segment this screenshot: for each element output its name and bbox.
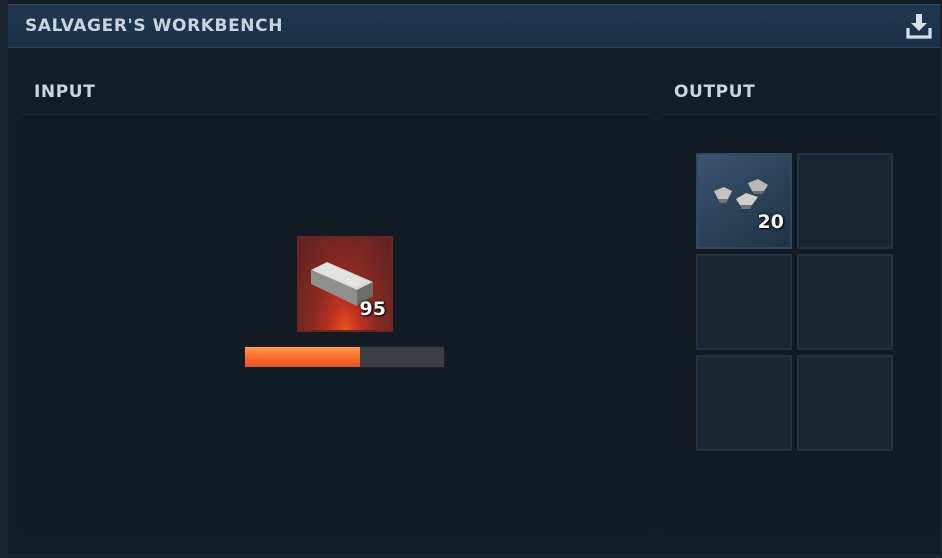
output-panel-title: OUTPUT xyxy=(674,82,756,102)
input-slot-quantity: 95 xyxy=(359,298,386,320)
output-panel: OUTPUT 20 xyxy=(662,68,938,534)
input-slot[interactable]: 95 xyxy=(297,236,393,332)
salvage-progress-bar xyxy=(244,346,445,368)
download-icon xyxy=(906,14,932,39)
salvage-progress-fill xyxy=(245,347,361,367)
output-slot-4[interactable] xyxy=(797,254,893,350)
window-title: SALVAGER'S WORKBENCH xyxy=(25,16,284,36)
window-titlebar: SALVAGER'S WORKBENCH xyxy=(8,4,940,48)
output-slot-3[interactable] xyxy=(696,254,792,350)
output-panel-header: OUTPUT xyxy=(662,68,938,115)
input-panel: INPUT 95 xyxy=(22,68,650,534)
output-slot-5[interactable] xyxy=(696,355,792,451)
output-slot-grid: 20 xyxy=(696,153,893,451)
salvagers-workbench-window: SALVAGER'S WORKBENCH INPUT 95 OUTPUT 20 xyxy=(0,0,942,558)
output-slot-1-quantity: 20 xyxy=(757,211,784,233)
input-panel-title: INPUT xyxy=(34,82,96,102)
output-slot-6[interactable] xyxy=(797,355,893,451)
output-slot-1[interactable]: 20 xyxy=(696,153,792,249)
input-panel-header: INPUT xyxy=(22,68,650,115)
output-slot-2[interactable] xyxy=(797,153,893,249)
download-button[interactable] xyxy=(906,13,932,39)
